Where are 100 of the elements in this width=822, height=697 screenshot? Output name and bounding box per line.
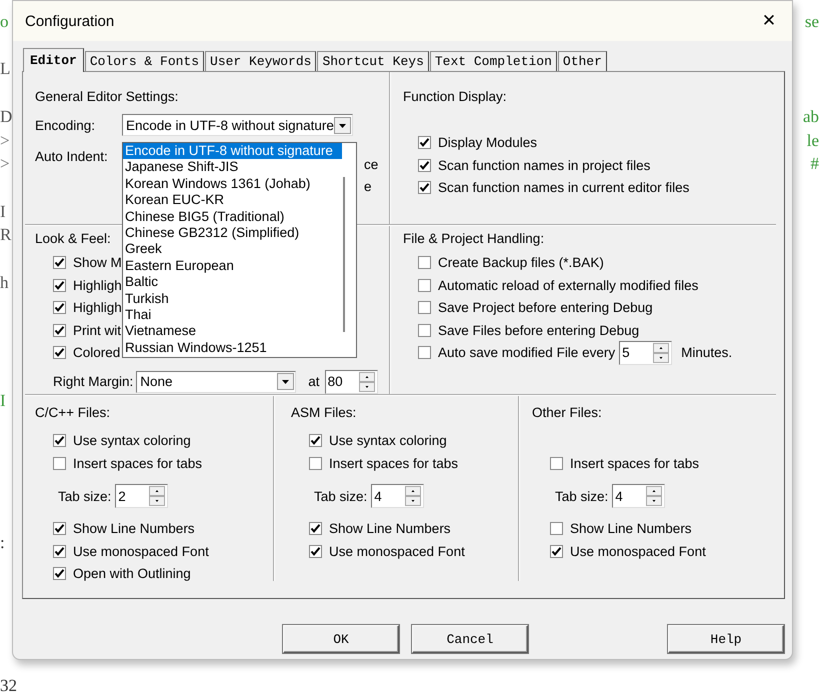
checkbox[interactable] — [53, 544, 66, 558]
checkbox-label: Highligh — [73, 278, 122, 293]
checkbox[interactable] — [53, 567, 66, 580]
caret-icon — [334, 116, 351, 134]
spin-arrows-icon — [646, 486, 662, 506]
checkbox[interactable] — [418, 346, 431, 360]
checkbox[interactable] — [418, 181, 431, 194]
code-text: h — [0, 272, 8, 294]
spinner-field[interactable]: 4 — [612, 484, 666, 508]
checkbox[interactable] — [309, 544, 322, 558]
code-text: 32 — [0, 674, 17, 697]
checkbox-label: Create Backup files (*.BAK) — [438, 255, 604, 270]
checkbox[interactable] — [309, 456, 322, 470]
dropdown-option[interactable]: Encode in UTF-8 without signature — [123, 143, 342, 160]
checkbox[interactable] — [550, 522, 563, 536]
checkbox[interactable] — [53, 522, 66, 536]
tab[interactable]: Other — [558, 51, 607, 71]
field-label: Auto Indent: — [35, 149, 109, 164]
dropdown-option[interactable]: Greek — [123, 241, 342, 258]
spinner-field[interactable]: 80 — [324, 370, 378, 394]
code-text: R — [0, 224, 12, 246]
tab[interactable]: Editor — [23, 48, 84, 72]
section-title: General Editor Settings: — [35, 88, 178, 106]
checkbox-label: Save Files before entering Debug — [438, 322, 640, 338]
checkbox[interactable] — [418, 256, 431, 270]
spin-arrows-icon — [653, 342, 670, 363]
checkbox[interactable] — [418, 324, 431, 337]
dropdown-option[interactable]: Baltic — [123, 274, 342, 291]
checkbox-label: Use syntax coloring — [73, 433, 191, 448]
checkbox[interactable] — [550, 456, 563, 470]
code-text: L — [0, 58, 10, 80]
checkbox[interactable] — [309, 434, 322, 448]
dialog-button[interactable]: Cancel — [412, 625, 528, 653]
checkbox-label: Save Project before entering Debug — [438, 300, 653, 316]
scrollbar[interactable] — [343, 177, 345, 332]
section-title: ASM Files: — [291, 404, 356, 422]
spinner-field[interactable]: 5 — [619, 340, 672, 365]
checkbox-label: Use monospaced Font — [73, 544, 209, 559]
dialog-button[interactable]: Help — [668, 625, 784, 653]
field-label: Tab size: — [314, 488, 368, 504]
checkbox[interactable] — [418, 278, 431, 292]
tab[interactable]: Text Completion — [430, 51, 557, 71]
dropdown-option[interactable]: Turkish — [123, 290, 342, 307]
dropdown-option[interactable]: Chinese GB2312 (Simplified) — [123, 224, 342, 242]
spinner-field[interactable]: 2 — [115, 484, 168, 508]
checkbox-label: Highligh — [73, 300, 122, 316]
dropdown-option[interactable]: Russian Windows-1251 — [123, 340, 342, 356]
checkbox[interactable] — [309, 522, 322, 536]
code-text: ab — [802, 106, 819, 128]
checkbox[interactable] — [53, 324, 66, 337]
section-title: Other Files: — [532, 404, 602, 422]
checkbox-label: e — [364, 178, 373, 195]
checkbox[interactable] — [418, 301, 431, 314]
checkbox-label: Show Line Numbers — [73, 521, 195, 536]
field-label: Tab size: — [555, 488, 608, 504]
dropdown-option[interactable]: Japanese Shift-JIS — [123, 159, 342, 176]
checkbox-label: Insert spaces for tabs — [329, 456, 458, 471]
checkbox-label: Insert spaces for tabs — [570, 456, 700, 471]
checkbox[interactable] — [53, 346, 66, 360]
spin-arrows-icon — [358, 372, 375, 392]
checkbox[interactable] — [550, 544, 563, 558]
code-text: # — [810, 153, 819, 176]
right-margin-dropdown[interactable]: None — [136, 370, 296, 392]
checkbox[interactable] — [53, 256, 66, 270]
section-title: Function Display: — [403, 88, 507, 106]
dropdown-option[interactable]: Vietnamese — [123, 323, 342, 340]
tab[interactable]: Shortcut Keys — [317, 51, 429, 71]
tab[interactable]: User Keywords — [205, 51, 316, 71]
code-text: > — [0, 153, 10, 176]
checkbox[interactable] — [53, 278, 66, 292]
dropdown-option[interactable]: Korean EUC-KR — [123, 192, 342, 209]
encoding-dropdown[interactable]: Encode in UTF-8 without signature — [122, 114, 353, 136]
checkbox[interactable] — [418, 158, 431, 172]
dropdown-option[interactable]: Chinese BIG5 (Traditional) — [123, 208, 342, 225]
checkbox[interactable] — [53, 456, 66, 470]
spin-arrows-icon — [149, 486, 166, 506]
spinner-field[interactable]: 4 — [371, 484, 424, 508]
checkbox[interactable] — [53, 434, 66, 448]
close-button[interactable]: ✕ — [746, 1, 792, 41]
field-label: at — [308, 374, 320, 389]
checkbox[interactable] — [53, 301, 66, 314]
checkbox-label: Display Modules — [438, 135, 538, 150]
tab[interactable]: Colors & Fonts — [84, 51, 204, 71]
code-text: le — [806, 130, 819, 152]
dropdown-option[interactable]: Eastern European — [123, 258, 342, 274]
dialog-button[interactable]: OK — [283, 625, 399, 653]
checkbox-label: Auto save modified File every — [438, 345, 616, 360]
checkbox[interactable] — [418, 136, 431, 150]
checkbox-label: ce — [364, 156, 378, 173]
code-text: I — [0, 200, 6, 223]
checkbox-label: Use syntax coloring — [329, 433, 447, 448]
dropdown-option[interactable]: Korean Windows 1361 (Johab) — [123, 176, 342, 192]
checkbox-label: Use monospaced Font — [329, 544, 465, 559]
field-label: Encoding: — [35, 118, 96, 132]
checkbox-label: Open with Outlining — [73, 566, 191, 582]
checkbox-label: Show M — [73, 255, 122, 270]
section-title: C/C++ Files: — [35, 404, 110, 422]
checkbox-label: Colored — [73, 345, 120, 360]
checkbox-label: Scan function names in project files — [438, 158, 650, 173]
dropdown-option[interactable]: Thai — [123, 306, 342, 324]
